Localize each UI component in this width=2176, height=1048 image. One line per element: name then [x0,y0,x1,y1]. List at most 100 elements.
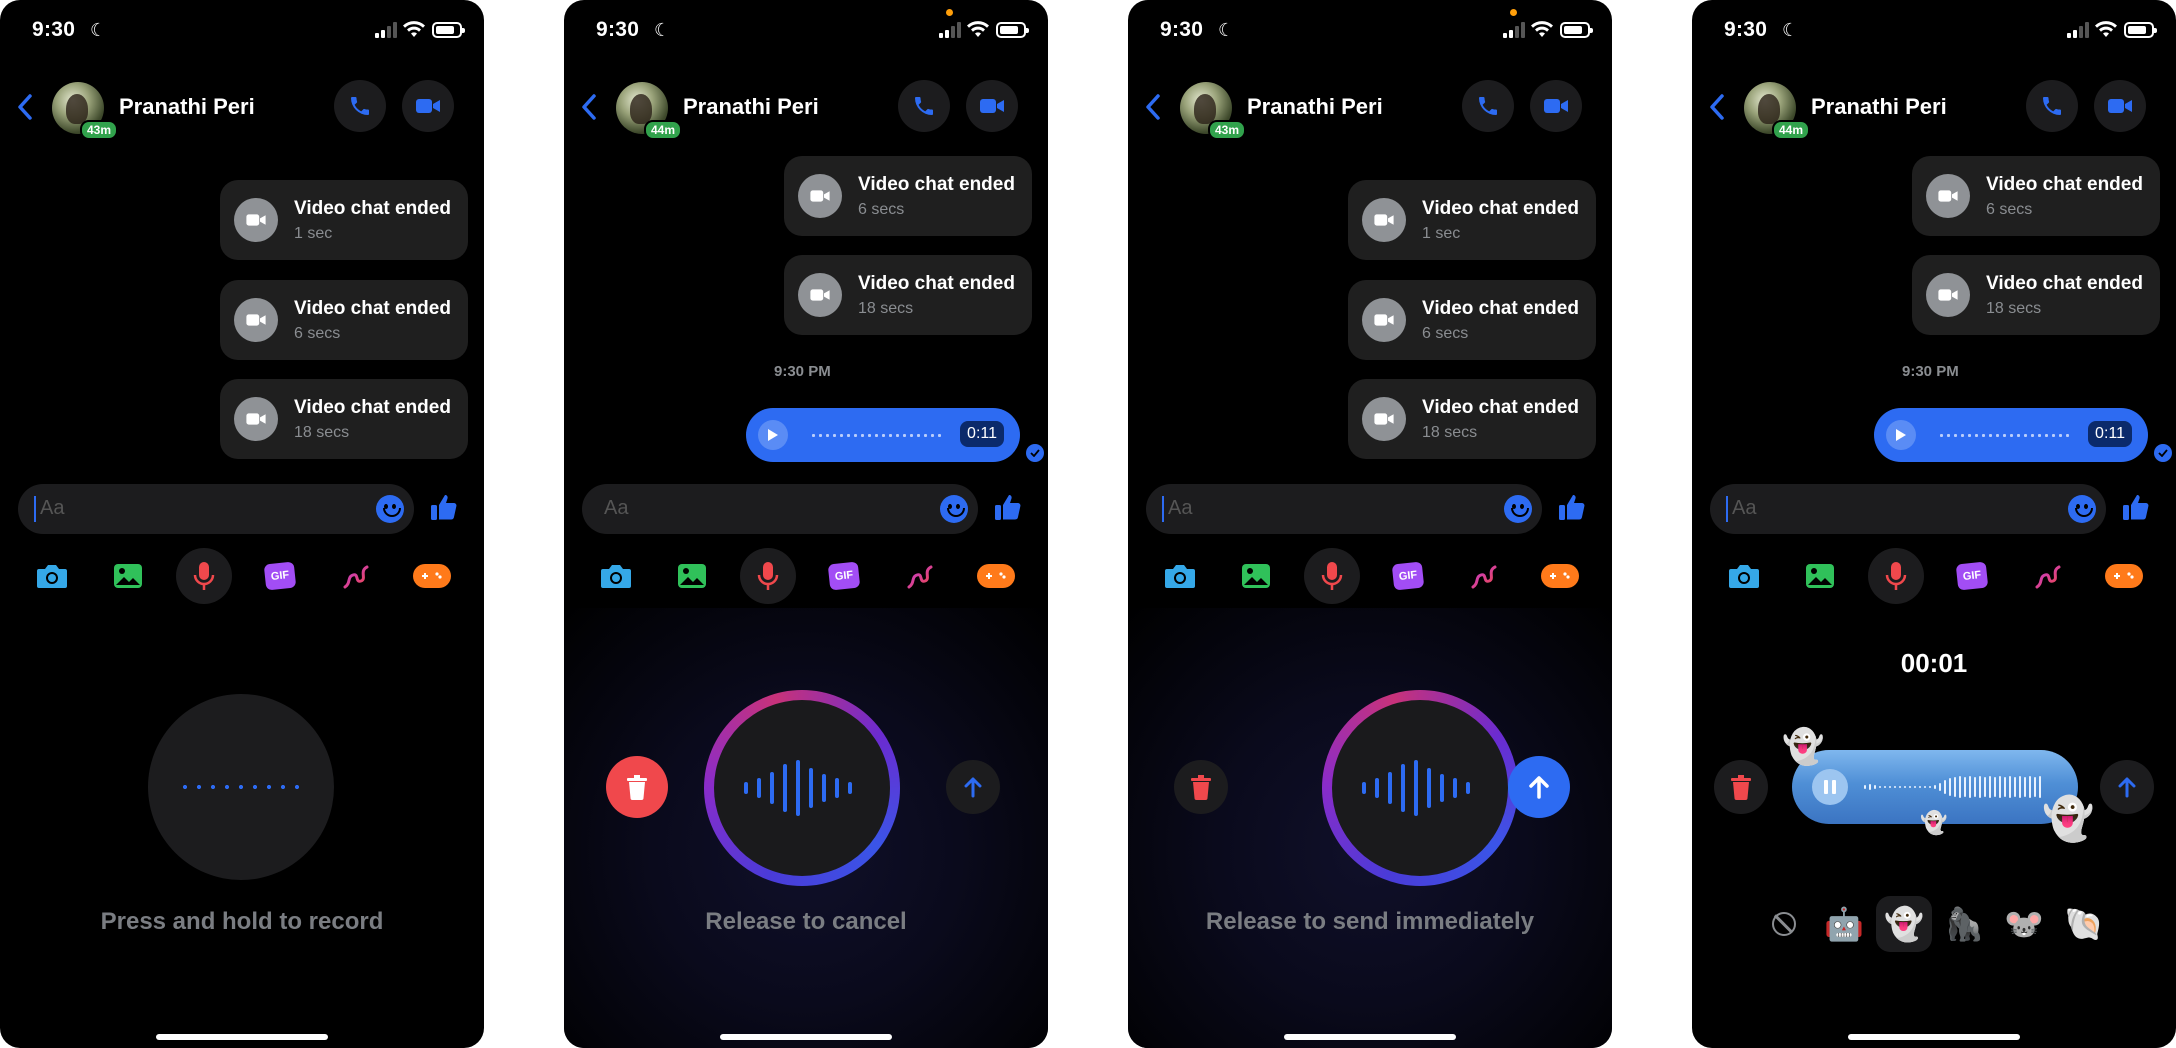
video-call-button[interactable] [1530,80,1582,132]
contact-name[interactable]: Pranathi Peri [1811,94,1947,120]
message-input[interactable]: Aa [1146,484,1542,534]
gif-button[interactable]: GIF [1378,546,1438,606]
send-recording-button[interactable] [2100,760,2154,814]
doodle-button[interactable] [326,546,386,606]
message-title: Video chat ended [294,298,451,319]
send-recording-button[interactable] [1508,756,1570,818]
back-icon[interactable] [1142,92,1166,122]
message-input[interactable]: Aa [582,484,978,534]
video-chat-message[interactable]: Video chat ended 18 secs [1912,255,2160,335]
video-chat-message[interactable]: Video chat ended 18 secs [220,379,468,459]
video-chat-message[interactable]: Video chat ended 6 secs [784,156,1032,236]
video-chat-message[interactable]: Video chat ended 18 secs [1348,379,1596,459]
emoji-icon[interactable] [940,495,968,523]
mic-button[interactable] [1868,548,1924,604]
ghost-effect-button[interactable]: 👻 [1876,896,1932,952]
video-camera-icon [1926,273,1970,317]
emoji-icon[interactable] [2068,495,2096,523]
camera-button[interactable] [22,546,82,606]
mic-button[interactable] [176,548,232,604]
contact-name[interactable]: Pranathi Peri [119,94,255,120]
mouse-effect-button[interactable]: 🐭 [1996,896,2052,952]
thumbs-up-icon[interactable] [1556,492,1588,524]
thumbs-up-icon[interactable] [992,492,1024,524]
gallery-button[interactable] [1226,546,1286,606]
recording-inner [714,700,890,876]
camera-button[interactable] [1150,546,1210,606]
play-button[interactable] [758,420,788,450]
recording-indicator[interactable] [704,690,900,886]
delete-recording-button[interactable] [1714,760,1768,814]
gif-button[interactable]: GIF [250,546,310,606]
pause-button[interactable] [1812,769,1848,805]
video-chat-message[interactable]: Video chat ended 1 sec [1348,180,1596,260]
thumbs-up-icon[interactable] [428,492,460,524]
video-chat-message[interactable]: Video chat ended 1 sec [220,180,468,260]
doodle-button[interactable] [890,546,950,606]
video-call-button[interactable] [2094,80,2146,132]
voice-message[interactable]: 0:11 [746,408,1020,462]
games-button[interactable] [1530,546,1590,606]
contact-name[interactable]: Pranathi Peri [683,94,819,120]
chat-header: 43m Pranathi Peri [0,78,484,140]
gallery-button[interactable] [1790,546,1850,606]
video-chat-message[interactable]: Video chat ended 6 secs [220,280,468,360]
mic-button[interactable] [740,548,796,604]
camera-button[interactable] [586,546,646,606]
mouse-icon: 🐭 [2004,906,2044,942]
video-call-button[interactable] [402,80,454,132]
robot-effect-button[interactable]: 🤖 [1816,896,1872,952]
message-input[interactable]: Aa [1710,484,2106,534]
voice-message[interactable]: 0:11 [1874,408,2148,462]
doodle-button[interactable] [1454,546,1514,606]
play-icon [768,429,778,441]
recording-indicator[interactable] [1322,690,1518,886]
call-button[interactable] [1462,80,1514,132]
cancel-recording-button[interactable] [606,756,668,818]
message-duration: 18 secs [1986,300,2042,317]
games-button[interactable] [966,546,1026,606]
chat-header: 44m Pranathi Peri [564,78,1048,140]
gorilla-effect-button[interactable]: 🦍 [1936,896,1992,952]
camera-button[interactable] [1714,546,1774,606]
gif-button[interactable]: GIF [814,546,874,606]
no-effect-button[interactable] [1756,896,1812,952]
back-icon[interactable] [1706,92,1730,122]
back-icon[interactable] [578,92,602,122]
call-button[interactable] [898,80,950,132]
trash-icon [1731,775,1751,800]
phone-icon [351,97,369,115]
message-duration: 6 secs [1422,325,1469,342]
games-button[interactable] [2094,546,2154,606]
video-call-button[interactable] [966,80,1018,132]
gallery-button[interactable] [662,546,722,606]
message-input[interactable]: Aa [18,484,414,534]
gallery-button[interactable] [98,546,158,606]
cancel-recording-button[interactable] [1174,760,1228,814]
video-chat-message[interactable]: Video chat ended 18 secs [784,255,1032,335]
message-duration: 6 secs [1986,201,2033,218]
games-button[interactable] [402,546,462,606]
live-waveform [1362,760,1478,816]
emoji-icon[interactable] [1504,495,1532,523]
text-caret [1726,496,1728,522]
video-chat-message[interactable]: Video chat ended 6 secs [1348,280,1596,360]
thumbs-up-icon[interactable] [2120,492,2152,524]
microphone-icon [1885,562,1907,590]
emoji-icon[interactable] [376,495,404,523]
contact-name[interactable]: Pranathi Peri [1247,94,1383,120]
status-bar: 9:30 ☾ [0,0,484,60]
send-recording-button[interactable] [946,760,1000,814]
shell-effect-button[interactable]: 🐚 [2056,896,2112,952]
sent-check-icon [1026,444,1044,462]
microphone-icon [1321,562,1343,590]
mic-button[interactable] [1304,548,1360,604]
call-button[interactable] [2026,80,2078,132]
doodle-button[interactable] [2018,546,2078,606]
call-button[interactable] [334,80,386,132]
video-chat-message[interactable]: Video chat ended 6 secs [1912,156,2160,236]
gif-button[interactable]: GIF [1942,546,2002,606]
play-button[interactable] [1886,420,1916,450]
moon-icon: ☾ [90,20,107,40]
back-icon[interactable] [14,92,38,122]
